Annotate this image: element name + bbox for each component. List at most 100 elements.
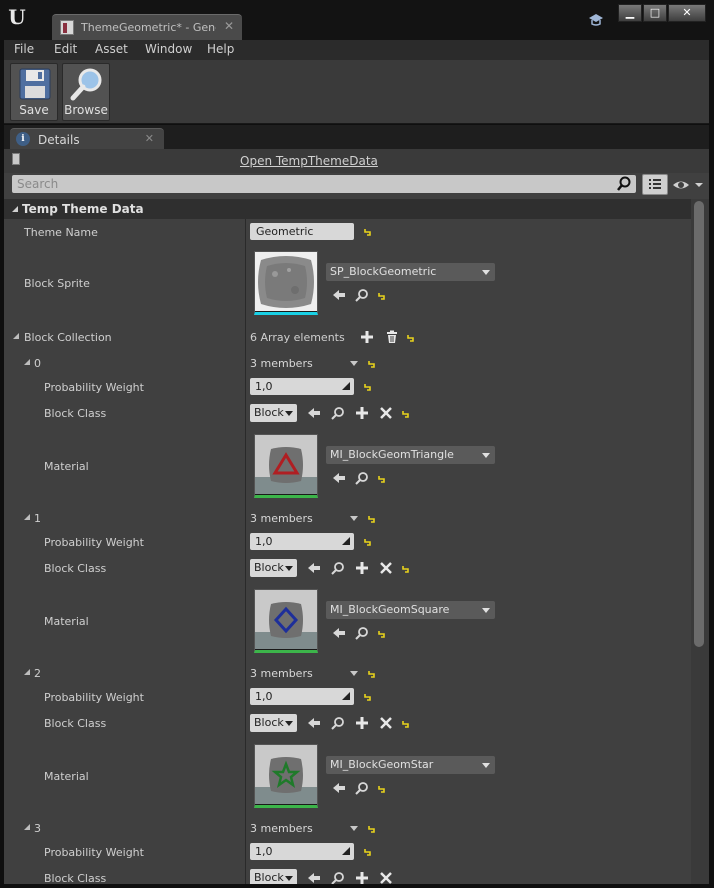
menu-asset[interactable]: Asset [95,42,128,56]
collapse-arrow-icon[interactable] [23,358,31,366]
reset-to-default-icon[interactable] [377,629,387,639]
drag-grip-icon[interactable] [342,692,350,700]
reset-to-default-icon[interactable] [367,824,377,834]
use-selected-arrow-icon[interactable] [332,626,346,640]
probability-weight-input[interactable]: 1,0 [250,688,354,705]
browse-asset-icon[interactable] [331,871,345,884]
reset-to-default-icon[interactable] [377,474,387,484]
trash-icon[interactable] [385,330,399,344]
material-thumbnail[interactable] [254,434,318,498]
menu-window[interactable]: Window [145,42,192,56]
probability-weight-input[interactable]: 1,0 [250,843,354,860]
square-material-icon [255,590,317,649]
browse-asset-icon[interactable] [355,471,369,485]
reset-to-default-icon[interactable] [363,692,373,702]
save-button[interactable]: Save [10,63,58,121]
probability-weight-input[interactable]: 1,0 [250,533,354,550]
block-class-dropdown[interactable]: Block [250,869,297,884]
open-temp-theme-data-link[interactable]: Open TempThemeData [240,154,378,168]
members-dropdown-arrow-icon[interactable] [350,516,358,521]
asset-document-tab[interactable]: ThemeGeometric* - Generi ✕ [52,14,242,40]
menu-help[interactable]: Help [207,42,234,56]
scrollbar[interactable] [691,199,709,884]
collapse-arrow-icon[interactable] [23,513,31,521]
material-asset-dropdown[interactable]: MI_BlockGeomStar [326,756,495,774]
block-sprite-thumbnail[interactable] [254,251,318,315]
reset-to-default-icon[interactable] [363,537,373,547]
drag-grip-icon[interactable] [342,537,350,545]
reset-to-default-icon[interactable] [401,409,411,419]
material-asset-dropdown[interactable]: MI_BlockGeomTriangle [326,446,495,464]
collapse-arrow-icon[interactable] [23,823,31,831]
use-selected-arrow-icon[interactable] [307,871,321,884]
use-selected-arrow-icon[interactable] [307,406,321,420]
browse-asset-icon[interactable] [355,781,369,795]
block-sprite-asset-dropdown[interactable]: SP_BlockGeometric [326,263,495,281]
theme-name-input[interactable]: Geometric [250,223,354,240]
close-tab-icon[interactable]: ✕ [224,19,234,33]
reset-to-default-icon[interactable] [367,669,377,679]
add-icon[interactable] [355,716,369,730]
menu-file[interactable]: File [14,42,34,56]
menu-edit[interactable]: Edit [54,42,77,56]
browse-asset-icon[interactable] [331,561,345,575]
reset-to-default-icon[interactable] [363,227,373,237]
use-selected-arrow-icon[interactable] [332,781,346,795]
browse-asset-icon[interactable] [331,406,345,420]
members-dropdown-arrow-icon[interactable] [350,671,358,676]
use-selected-arrow-icon[interactable] [332,288,346,302]
clear-x-icon[interactable] [379,716,393,730]
probability-weight-value: 1,0 [255,845,273,858]
add-icon[interactable] [355,871,369,884]
use-selected-arrow-icon[interactable] [332,471,346,485]
probability-weight-input[interactable]: 1,0 [250,378,354,395]
use-selected-arrow-icon[interactable] [307,716,321,730]
minimize-button[interactable]: ▁ [618,4,642,22]
details-tab[interactable]: i Details ✕ [10,128,164,149]
collapse-arrow-icon[interactable] [23,668,31,676]
reset-to-default-icon[interactable] [363,382,373,392]
reset-to-default-icon[interactable] [367,514,377,524]
reset-to-default-icon[interactable] [406,333,416,343]
floppy-disk-icon [19,68,51,100]
reset-to-default-icon[interactable] [367,359,377,369]
visibility-eye-icon[interactable] [672,177,704,193]
reset-to-default-icon[interactable] [377,291,387,301]
collapse-arrow-icon[interactable] [12,332,20,340]
maximize-button[interactable]: □ [643,4,667,22]
scroll-thumb[interactable] [694,201,704,647]
browse-asset-icon[interactable] [355,288,369,302]
members-dropdown-arrow-icon[interactable] [350,361,358,366]
drag-grip-icon[interactable] [342,847,350,855]
close-window-button[interactable]: ✕ [668,4,706,22]
close-details-tab-icon[interactable]: ✕ [145,132,154,145]
material-thumbnail[interactable] [254,589,318,653]
browse-button[interactable]: Browse [62,63,110,121]
material-asset-dropdown[interactable]: MI_BlockGeomSquare [326,601,495,619]
add-icon[interactable] [355,561,369,575]
search-input[interactable] [12,175,612,193]
clear-x-icon[interactable] [379,406,393,420]
clear-x-icon[interactable] [379,871,393,884]
drag-grip-icon[interactable] [342,382,350,390]
browse-asset-icon[interactable] [331,716,345,730]
clear-x-icon[interactable] [379,561,393,575]
material-thumbnail[interactable] [254,744,318,808]
graduation-cap-icon[interactable] [588,13,604,27]
use-selected-arrow-icon[interactable] [307,561,321,575]
add-element-icon[interactable] [360,330,374,344]
temp-theme-data-header[interactable]: Temp Theme Data [4,199,691,219]
members-dropdown-arrow-icon[interactable] [350,826,358,831]
reset-to-default-icon[interactable] [363,847,373,857]
browse-asset-icon[interactable] [355,626,369,640]
search-icon[interactable] [616,176,632,192]
reset-to-default-icon[interactable] [377,784,387,794]
block-class-dropdown[interactable]: Block [250,714,297,732]
reset-to-default-icon[interactable] [401,719,411,729]
block-class-dropdown[interactable]: Block [250,404,297,422]
block-class-dropdown[interactable]: Block [250,559,297,577]
reset-to-default-icon[interactable] [401,564,411,574]
add-icon[interactable] [355,406,369,420]
view-options-button[interactable] [642,174,668,195]
column-divider[interactable] [245,219,246,884]
